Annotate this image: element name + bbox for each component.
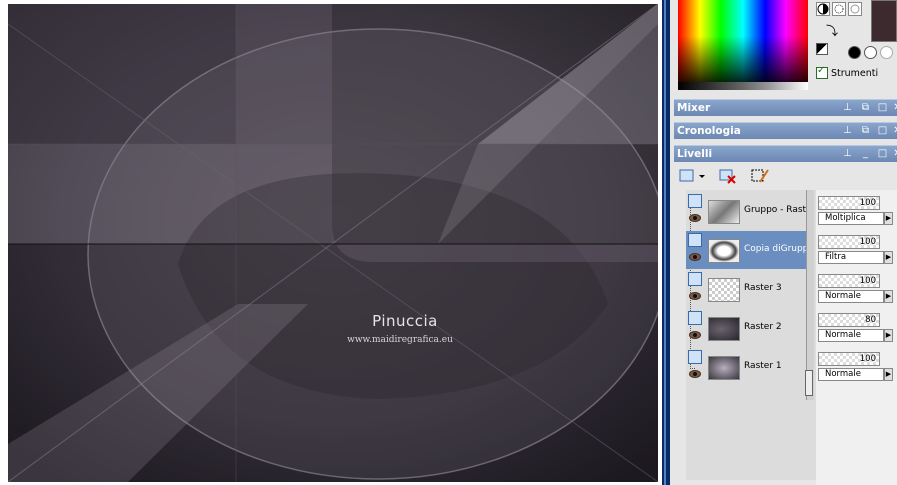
opacity-field[interactable]: 100 xyxy=(818,352,880,366)
texture-icon[interactable] xyxy=(832,2,846,16)
restore-icon[interactable]: ⧉ xyxy=(860,125,871,136)
visibility-eye-icon[interactable] xyxy=(689,292,701,300)
null-icon[interactable] xyxy=(848,2,862,16)
pin-icon[interactable]: ⊥ xyxy=(842,102,853,113)
close-icon[interactable]: ✕ xyxy=(892,148,897,159)
layer-properties: 100 Filtra ▶ xyxy=(818,231,894,265)
foreground-color-swatch[interactable] xyxy=(871,0,897,42)
edit-selection-icon[interactable] xyxy=(750,167,770,185)
dropdown-arrow-icon[interactable]: ▶ xyxy=(884,212,893,225)
grayscale-strip[interactable] xyxy=(678,82,808,90)
palette-bar-cronologia[interactable]: Cronologia ⊥ ⧉ □ ✕ xyxy=(674,122,897,139)
pin-icon[interactable]: ⊥ xyxy=(842,148,853,159)
delete-layer-icon[interactable] xyxy=(718,167,738,185)
layer-properties: 80 Normale ▶ xyxy=(818,309,894,343)
right-panel: ⤵ Strumenti Mixer ⊥ ⧉ □ ✕ Cronologia ⊥ ⧉… xyxy=(670,0,897,485)
restore-icon[interactable]: ⧉ xyxy=(860,102,871,113)
layers-scrollbar-thumb[interactable] xyxy=(805,370,813,396)
blend-mode-select[interactable]: Normale xyxy=(818,290,884,303)
fill-null-icon[interactable] xyxy=(880,46,893,59)
minimize-icon[interactable]: _ xyxy=(860,148,871,159)
opacity-field[interactable]: 100 xyxy=(818,235,880,249)
palette-bar-livelli[interactable]: Livelli ⊥ _ □ ✕ xyxy=(674,145,897,162)
dropdown-arrow-icon[interactable]: ▶ xyxy=(884,329,893,342)
blend-mode-select[interactable]: Normale xyxy=(818,368,884,381)
layers-list: Gruppo - Raster Copia diGruppo Raster 3 … xyxy=(686,190,820,480)
new-layer-icon[interactable] xyxy=(678,167,705,185)
color-spectrum-picker[interactable] xyxy=(678,0,808,90)
layer-properties: 100 Moltiplica ▶ xyxy=(818,192,894,226)
contrast-icon[interactable] xyxy=(816,2,830,16)
layer-name: Copia diGruppo xyxy=(744,244,810,254)
layer-type-icon xyxy=(688,272,702,286)
dropdown-arrow-icon[interactable]: ▶ xyxy=(884,251,893,264)
layer-type-icon xyxy=(688,311,702,325)
layer-thumbnail xyxy=(708,356,740,380)
pin-icon[interactable]: ⊥ xyxy=(842,125,853,136)
palette-bar-mixer[interactable]: Mixer ⊥ ⧉ □ ✕ xyxy=(674,99,897,116)
dropdown-arrow-icon[interactable]: ▶ xyxy=(884,368,893,381)
layer-name: Raster 3 xyxy=(744,283,782,293)
palette-title-cronologia: Cronologia xyxy=(677,125,741,137)
layer-row[interactable]: Raster 3 xyxy=(686,270,806,308)
layer-type-icon xyxy=(688,350,702,364)
close-icon[interactable]: ✕ xyxy=(892,102,897,113)
layer-properties-column: 100 Moltiplica ▶ 100 Filtra ▶ 100 Normal… xyxy=(816,190,897,485)
palette-title-livelli: Livelli xyxy=(677,148,713,160)
swap-colors-icon[interactable]: ⤵ xyxy=(826,22,838,39)
opacity-field[interactable]: 100 xyxy=(818,274,880,288)
panel-splitter[interactable] xyxy=(662,0,670,485)
blend-mode-select[interactable]: Moltiplica xyxy=(818,212,884,225)
visibility-eye-icon[interactable] xyxy=(689,214,701,222)
maximize-icon[interactable]: □ xyxy=(877,148,888,159)
image-canvas-area[interactable]: Pinuccia www.maidiregrafica.eu xyxy=(0,0,662,485)
blend-mode-select[interactable]: Filtra xyxy=(818,251,884,264)
palette-title-mixer: Mixer xyxy=(677,102,711,114)
maximize-icon[interactable]: □ xyxy=(877,102,888,113)
opacity-field[interactable]: 80 xyxy=(818,313,880,327)
layer-thumbnail xyxy=(708,200,740,224)
layers-toolbar xyxy=(678,166,897,188)
layer-name: Gruppo - Raster xyxy=(744,205,810,215)
close-icon[interactable]: ✕ xyxy=(892,125,897,136)
dropdown-arrow-icon[interactable]: ▶ xyxy=(884,290,893,303)
strumenti-option[interactable]: Strumenti xyxy=(816,65,879,80)
layer-thumbnail xyxy=(708,278,740,302)
visibility-eye-icon[interactable] xyxy=(689,370,701,378)
fill-texture-icon[interactable] xyxy=(864,46,877,59)
visibility-eye-icon[interactable] xyxy=(689,253,701,261)
layer-type-icon xyxy=(688,233,702,247)
canvas-artwork xyxy=(8,4,658,482)
layer-name: Raster 2 xyxy=(744,322,782,332)
layer-type-icon xyxy=(688,194,702,208)
layer-thumbnail xyxy=(708,317,740,341)
strumenti-checkbox[interactable] xyxy=(816,65,828,79)
maximize-icon[interactable]: □ xyxy=(877,125,888,136)
fill-black-icon[interactable] xyxy=(848,46,861,59)
blend-mode-select[interactable]: Normale xyxy=(818,329,884,342)
layer-row[interactable]: Gruppo - Raster xyxy=(686,192,810,230)
layer-row[interactable]: Raster 1 xyxy=(686,348,806,386)
default-colors-icon[interactable] xyxy=(816,43,828,55)
layer-name: Raster 1 xyxy=(744,361,782,371)
opacity-field[interactable]: 100 xyxy=(818,196,880,210)
layer-properties: 100 Normale ▶ xyxy=(818,270,894,304)
layer-properties: 100 Normale ▶ xyxy=(818,348,894,382)
layer-thumbnail xyxy=(708,239,740,263)
layer-row[interactable]: Raster 2 xyxy=(686,309,806,347)
layer-row[interactable]: Copia diGruppo xyxy=(686,231,810,269)
visibility-eye-icon[interactable] xyxy=(689,331,701,339)
watermark-title: Pinuccia xyxy=(372,312,438,330)
layers-scrollbar[interactable] xyxy=(806,190,814,400)
strumenti-label: Strumenti xyxy=(831,67,879,79)
watermark-url: www.maidiregrafica.eu xyxy=(347,335,453,345)
canvas-image[interactable]: Pinuccia www.maidiregrafica.eu xyxy=(8,4,658,482)
